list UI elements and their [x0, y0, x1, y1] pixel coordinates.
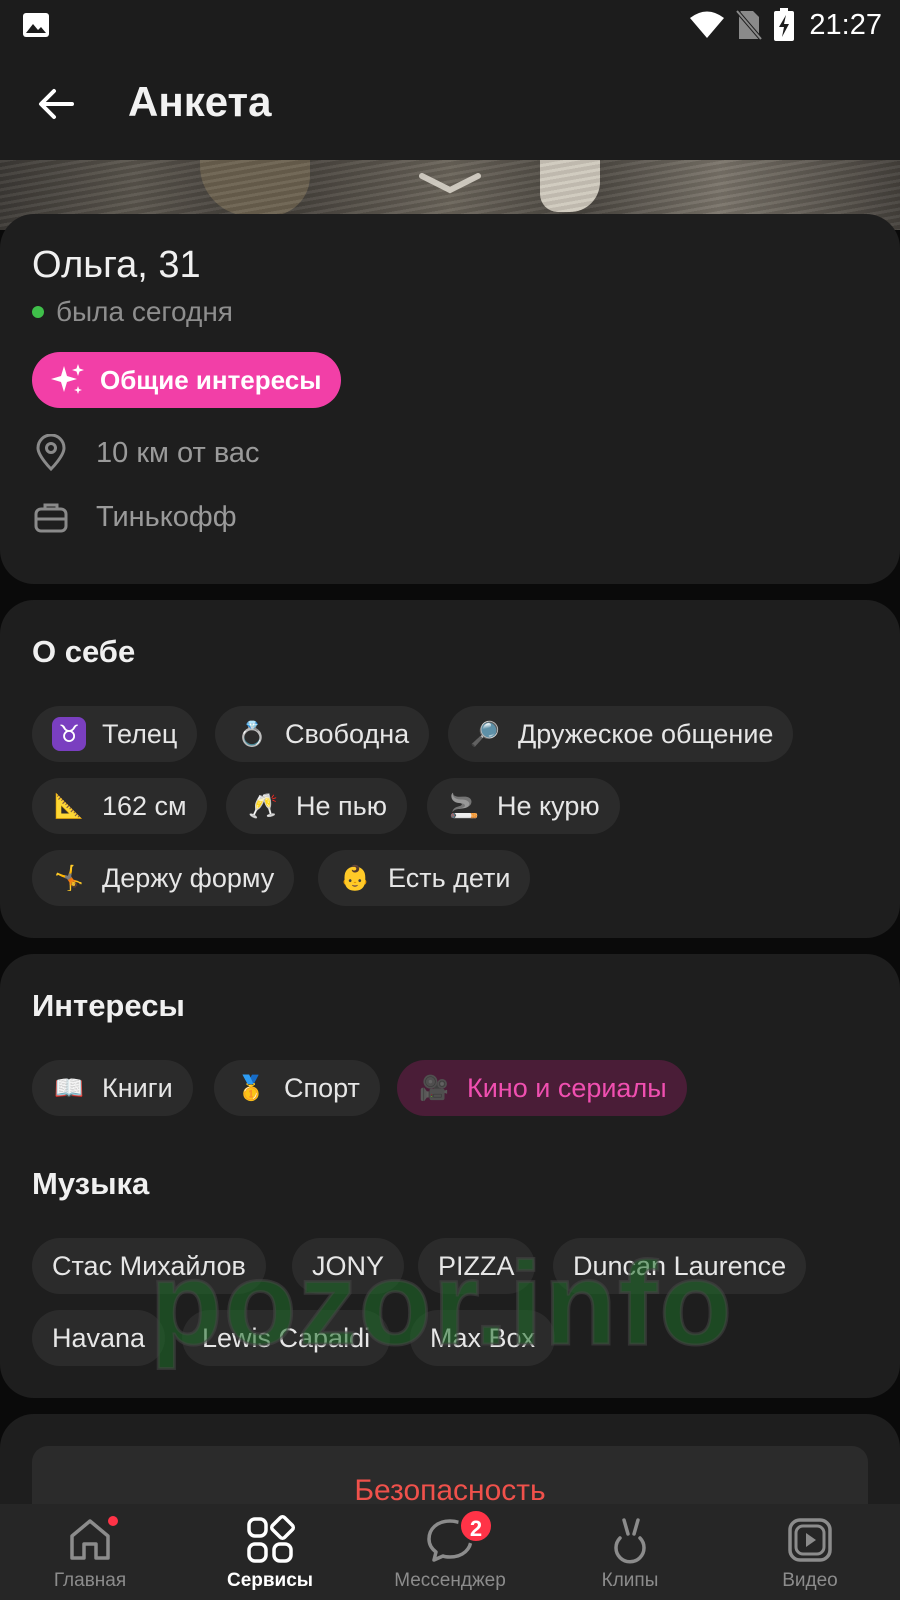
about-chip-fitness: 🤸 Держу форму: [32, 850, 295, 906]
last-seen-status: была сегодня: [32, 296, 233, 328]
status-time: 21:27: [809, 8, 882, 41]
open-book-icon: 📖: [54, 1074, 84, 1102]
sparkles-icon: [51, 364, 84, 394]
tab-video[interactable]: Видео: [720, 1504, 900, 1600]
interest-chip-sport[interactable]: 🥇 Спорт: [214, 1060, 380, 1116]
profile-info-card: Ольга, 31 была сегодня Общие интересы 10…: [0, 214, 900, 584]
interests-card: Интересы 📖 Книги 🥇 Спорт 🎥 Кино и сериал…: [0, 954, 900, 1398]
safety-button-label: Безопасность: [354, 1474, 546, 1507]
about-chip-zodiac: ♉ Телец: [32, 706, 198, 762]
app-bar: Анкета: [0, 50, 900, 160]
about-chip-height: 📐 162 см: [32, 778, 207, 834]
briefcase-icon: [34, 503, 68, 533]
bottom-tab-bar: Главная Сервисы 2 Мессенджер Клипы Видео: [0, 1504, 900, 1600]
interest-chip-books[interactable]: 📖 Книги: [32, 1060, 193, 1116]
music-chip[interactable]: PIZZA: [418, 1238, 535, 1294]
interest-chip-movies[interactable]: 🎥 Кино и сериалы: [397, 1060, 687, 1116]
about-chip-kids: 👶 Есть дети: [318, 850, 531, 906]
services-icon: [247, 1514, 296, 1563]
tab-clips[interactable]: Клипы: [540, 1504, 720, 1600]
music-title: Музыка: [32, 1166, 150, 1201]
location-pin-icon: [36, 434, 66, 472]
common-interests-label: Общие интересы: [100, 364, 322, 395]
ring-icon: 💍: [237, 720, 267, 748]
distance-row: 10 км от вас: [32, 434, 260, 472]
triangle-ruler-icon: 📐: [54, 792, 84, 820]
about-title: О себе: [32, 634, 136, 669]
music-chip[interactable]: Duncan Laurence: [553, 1238, 807, 1294]
medal-icon: 🥇: [236, 1074, 266, 1102]
music-chip[interactable]: Havana: [32, 1310, 166, 1366]
about-card: О себе ♉ Телец 💍 Свободна 🔎 Дружеское об…: [0, 600, 900, 938]
no-sim-icon: [735, 9, 763, 41]
status-bar: 21:27: [0, 0, 900, 50]
music-chip[interactable]: Max Box: [410, 1310, 556, 1366]
about-chip-smoking: 🚬 Не курю: [427, 778, 620, 834]
movie-camera-icon: 🎥: [419, 1074, 449, 1102]
battery-charging-icon: [774, 8, 795, 41]
about-chip-goal: 🔎 Дружеское общение: [448, 706, 794, 762]
tab-home[interactable]: Главная: [0, 1504, 180, 1600]
page-title: Анкета: [128, 78, 272, 125]
common-interests-button[interactable]: Общие интересы: [32, 352, 342, 408]
last-seen-label: была сегодня: [56, 296, 233, 327]
cigarette-icon: 🚬: [449, 792, 479, 820]
music-chip[interactable]: JONY: [292, 1238, 405, 1294]
baby-icon: 👶: [340, 864, 370, 892]
cartwheel-icon: 🤸: [54, 864, 84, 892]
clips-icon: [614, 1518, 646, 1564]
taurus-icon: ♉: [52, 717, 86, 751]
profile-name-age: Ольга, 31: [32, 244, 201, 286]
magnifier-icon: 🔎: [470, 720, 500, 748]
work-row: Тинькофф: [32, 498, 237, 536]
about-chip-relationship: 💍 Свободна: [215, 706, 430, 762]
about-chip-alcohol: 🥂 Не пью: [226, 778, 407, 834]
tab-messenger[interactable]: 2 Мессенджер: [360, 1504, 540, 1600]
distance-label: 10 км от вас: [96, 436, 260, 469]
interests-title: Интересы: [32, 988, 185, 1023]
chevron-down-icon[interactable]: [418, 170, 482, 198]
video-icon: [788, 1518, 832, 1562]
music-chip[interactable]: Lewis Capaldi: [182, 1310, 391, 1366]
online-dot-icon: [32, 306, 44, 318]
tab-services[interactable]: Сервисы: [180, 1504, 360, 1600]
arrow-left-icon[interactable]: [34, 82, 78, 126]
unread-badge: 2: [458, 1508, 494, 1544]
champagne-glasses-icon: 🥂: [248, 792, 278, 820]
wifi-icon: [690, 11, 725, 38]
image-icon: [23, 13, 49, 37]
notification-dot: [106, 1514, 120, 1528]
work-label: Тинькофф: [96, 500, 237, 533]
music-chip[interactable]: Стас Михайлов: [32, 1238, 266, 1294]
